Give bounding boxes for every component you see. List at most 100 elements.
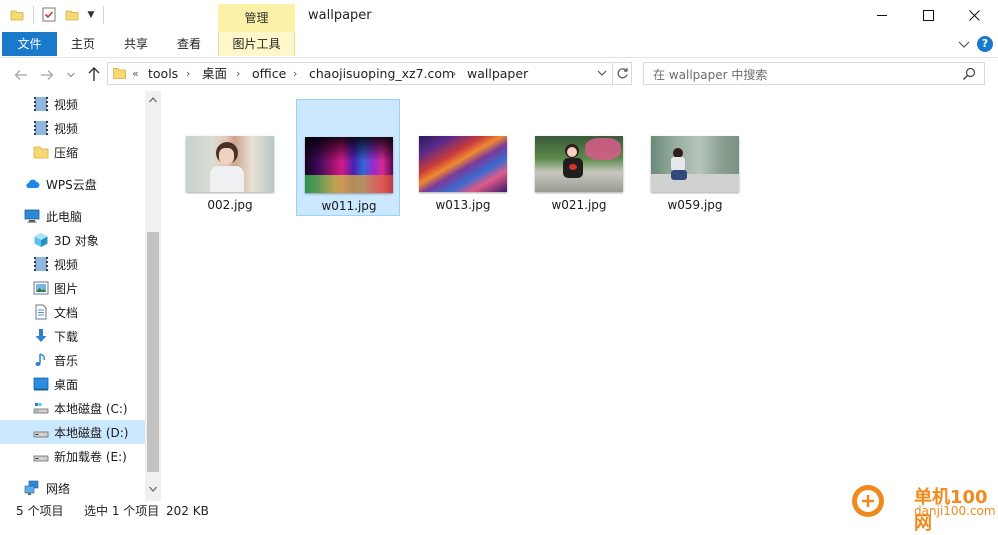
- image-thumbnail: [419, 136, 507, 192]
- nav-item-wps-cloud[interactable]: WPS云盘: [0, 172, 145, 196]
- video-icon: [34, 257, 48, 271]
- refresh-icon: [617, 68, 628, 79]
- nav-item-desktop[interactable]: 桌面: [0, 372, 145, 396]
- thumbnail-detail: [671, 170, 687, 180]
- nav-item-pictures[interactable]: 图片: [0, 276, 145, 300]
- close-button[interactable]: [951, 0, 997, 31]
- nav-item-video[interactable]: 视频: [0, 92, 145, 116]
- customize-toolbar-icon[interactable]: ▼: [86, 9, 96, 21]
- breadcrumb-tools[interactable]: tools: [148, 65, 178, 83]
- contextual-tab-group: 管理: [218, 4, 295, 32]
- scroll-down-icon[interactable]: [148, 484, 158, 494]
- file-item[interactable]: w011.jpg: [296, 99, 400, 216]
- status-selection: 选中 1 个项目: [84, 504, 160, 518]
- 3d-objects-icon: [34, 233, 48, 247]
- folder-icon: [113, 68, 126, 79]
- nav-item-label: 文档: [54, 305, 79, 320]
- nav-item-drive-d[interactable]: 本地磁盘 (D:): [0, 420, 145, 444]
- window-title: wallpaper: [308, 8, 372, 23]
- thumbnail-detail: [210, 166, 244, 192]
- search-icon[interactable]: [962, 67, 976, 81]
- new-folder-icon[interactable]: [65, 8, 79, 22]
- maximize-button[interactable]: [905, 0, 951, 31]
- nav-item-label: 网络: [46, 481, 71, 496]
- thumbnail-detail: [305, 137, 393, 161]
- nav-item-drive-c[interactable]: 本地磁盘 (C:): [0, 396, 145, 420]
- refresh-button[interactable]: [614, 62, 632, 85]
- nav-item-label: 本地磁盘 (D:): [54, 425, 129, 440]
- file-item[interactable]: w059.jpg: [643, 99, 747, 216]
- documents-icon: [35, 304, 47, 320]
- image-thumbnail: [535, 136, 623, 192]
- chevron-right-icon[interactable]: ›: [236, 65, 240, 83]
- nav-item-compressed[interactable]: 压缩: [0, 140, 145, 164]
- nav-item-documents[interactable]: 文档: [0, 300, 145, 324]
- tab-home[interactable]: 主页: [63, 32, 103, 56]
- file-item[interactable]: 002.jpg: [178, 99, 282, 216]
- video-icon: [34, 121, 48, 135]
- nav-item-video[interactable]: 视频: [0, 252, 145, 276]
- forward-arrow-icon[interactable]: [38, 66, 56, 84]
- recent-locations-icon[interactable]: [66, 68, 76, 82]
- breadcrumb-wallpaper[interactable]: wallpaper: [467, 65, 528, 83]
- nav-item-label: 音乐: [54, 353, 79, 368]
- tab-file[interactable]: 文件: [2, 32, 57, 56]
- quick-access-divider: [33, 6, 34, 24]
- chevron-right-icon[interactable]: ›: [293, 65, 297, 83]
- nav-item-label: 本地磁盘 (C:): [54, 401, 128, 416]
- navigation-pane: 视频 视频 压缩 WPS云盘 此电脑 3D 对象 视频 图片 文档 下载 音乐: [0, 88, 160, 500]
- drive-icon: [33, 455, 49, 462]
- nav-item-3d-objects[interactable]: 3D 对象: [0, 228, 145, 252]
- tab-share[interactable]: 共享: [116, 32, 156, 56]
- nav-item-label: 压缩: [54, 145, 79, 160]
- file-name: w059.jpg: [667, 198, 723, 212]
- nav-item-label: 桌面: [54, 377, 79, 392]
- computer-icon: [24, 209, 40, 223]
- chevron-right-icon[interactable]: ›: [452, 65, 456, 83]
- watermark-subtext: danji100.com: [914, 504, 996, 518]
- expand-ribbon-icon[interactable]: [957, 38, 971, 50]
- nav-item-label: 视频: [54, 257, 79, 272]
- nav-scrollbar-thumb[interactable]: [147, 232, 159, 472]
- properties-icon[interactable]: [42, 7, 56, 22]
- breadcrumb-overflow[interactable]: «: [132, 65, 139, 83]
- back-arrow-icon[interactable]: [12, 66, 30, 84]
- chevron-down-icon[interactable]: [596, 66, 608, 80]
- breadcrumb-site[interactable]: chaojisuoping_xz7.com: [309, 65, 454, 83]
- video-icon: [34, 97, 48, 111]
- nav-item-network[interactable]: 网络: [0, 476, 145, 500]
- download-icon: [35, 329, 47, 342]
- thumbnail-detail: [585, 138, 621, 160]
- thumbnail-detail: [567, 147, 577, 157]
- chevron-right-icon[interactable]: ›: [186, 65, 190, 83]
- nav-item-label: 图片: [54, 281, 79, 296]
- file-name: w021.jpg: [551, 198, 607, 212]
- nav-item-video[interactable]: 视频: [0, 116, 145, 140]
- scroll-up-icon[interactable]: [148, 95, 158, 105]
- pictures-icon: [33, 281, 49, 295]
- file-name: w013.jpg: [435, 198, 491, 212]
- nav-item-drive-e[interactable]: 新加载卷 (E:): [0, 444, 145, 468]
- nav-item-this-pc[interactable]: 此电脑: [0, 204, 145, 228]
- breadcrumb-desktop[interactable]: 桌面: [202, 65, 227, 83]
- nav-item-label: 下载: [54, 329, 79, 344]
- nav-item-label: 视频: [54, 121, 79, 136]
- nav-item-label: 此电脑: [46, 209, 83, 224]
- nav-item-downloads[interactable]: 下载: [0, 324, 145, 348]
- watermark-logo-icon: [852, 485, 884, 517]
- thumbnail-detail: [219, 148, 234, 164]
- file-item[interactable]: w013.jpg: [411, 99, 515, 216]
- image-thumbnail: [186, 136, 274, 192]
- tab-view[interactable]: 查看: [169, 32, 209, 56]
- breadcrumb-office[interactable]: office: [252, 65, 286, 83]
- minimize-button[interactable]: [859, 0, 905, 31]
- minimize-icon: [876, 15, 887, 16]
- nav-item-music[interactable]: 音乐: [0, 348, 145, 372]
- help-icon[interactable]: ?: [977, 36, 993, 52]
- file-item[interactable]: w021.jpg: [527, 99, 631, 216]
- tab-picture-tools[interactable]: 图片工具: [218, 32, 295, 56]
- network-icon: [24, 480, 39, 495]
- up-arrow-icon[interactable]: [86, 65, 102, 83]
- drive-icon: [33, 431, 49, 438]
- maximize-icon: [922, 10, 934, 21]
